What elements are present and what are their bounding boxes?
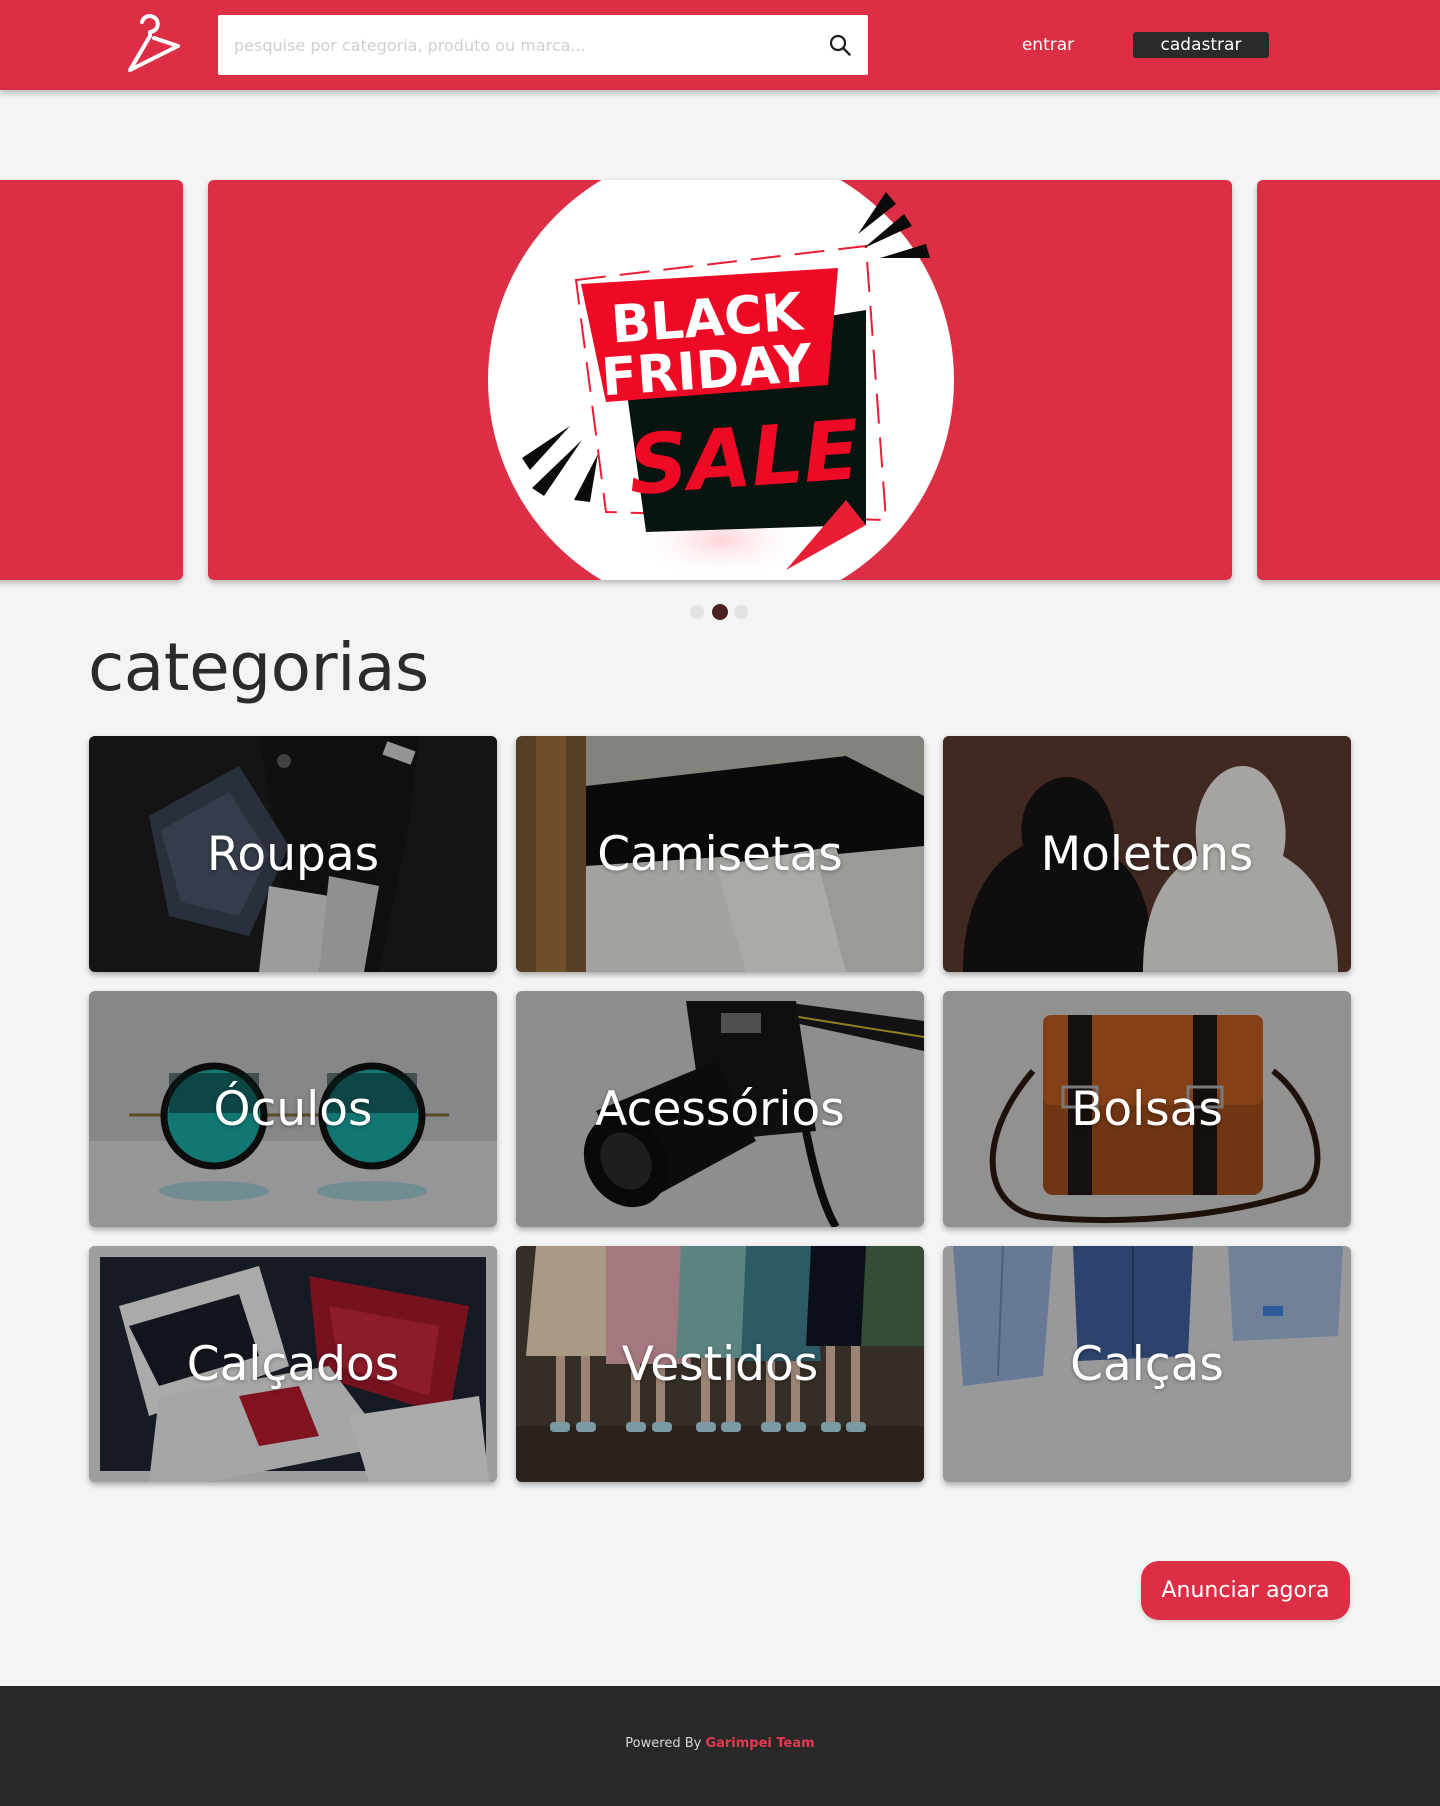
- category-card-moletons[interactable]: Moletons: [943, 736, 1351, 972]
- category-card-camisetas[interactable]: Camisetas: [516, 736, 924, 972]
- footer-prefix: Powered By: [625, 1736, 706, 1751]
- categories-title: categorias: [88, 629, 429, 706]
- carousel-pagination: [690, 603, 750, 620]
- category-label: Vestidos: [621, 1336, 819, 1392]
- carousel-slide-previous[interactable]: [0, 180, 183, 580]
- signup-button[interactable]: cadastrar: [1133, 32, 1269, 58]
- banner-line-3: SALE: [626, 403, 863, 514]
- category-label: Óculos: [213, 1081, 373, 1137]
- carousel-dot[interactable]: [734, 605, 748, 619]
- category-label: Bolsas: [1071, 1081, 1223, 1137]
- category-label: Calças: [1070, 1336, 1224, 1392]
- top-header: entrar cadastrar: [0, 0, 1440, 90]
- search-input[interactable]: [234, 15, 804, 75]
- category-card-calcas[interactable]: Calças: [943, 1246, 1351, 1482]
- category-label: Acessórios: [595, 1081, 845, 1137]
- category-card-calcados[interactable]: Calçados: [89, 1246, 497, 1482]
- category-card-acessorios[interactable]: Acessórios: [516, 991, 924, 1227]
- category-card-vestidos[interactable]: Vestidos: [516, 1246, 924, 1482]
- login-link[interactable]: entrar: [1000, 32, 1096, 58]
- hanger-icon[interactable]: [120, 12, 186, 76]
- category-label: Calçados: [186, 1336, 400, 1392]
- black-friday-banner: BLACK FRIDAY SALE: [488, 180, 954, 580]
- category-label: Roupas: [206, 826, 380, 882]
- category-card-roupas[interactable]: Roupas: [89, 736, 497, 972]
- category-card-bolsas[interactable]: Bolsas: [943, 991, 1351, 1227]
- page-footer: Powered By Garimpei Team: [0, 1686, 1440, 1806]
- search-icon[interactable]: [828, 33, 852, 57]
- carousel-slide-next[interactable]: [1257, 180, 1440, 580]
- category-label: Camisetas: [597, 826, 843, 882]
- carousel-slide-active[interactable]: BLACK FRIDAY SALE: [208, 180, 1232, 580]
- search-bar: [218, 15, 868, 75]
- category-label: Moletons: [1040, 826, 1254, 882]
- carousel-dot-active[interactable]: [712, 604, 728, 620]
- footer-brand-link[interactable]: Garimpei Team: [705, 1736, 814, 1751]
- category-card-oculos[interactable]: Óculos: [89, 991, 497, 1227]
- carousel-dot[interactable]: [690, 605, 704, 619]
- advertise-now-button[interactable]: Anunciar agora: [1141, 1561, 1350, 1620]
- footer-credit: Powered By Garimpei Team: [0, 1736, 1440, 1751]
